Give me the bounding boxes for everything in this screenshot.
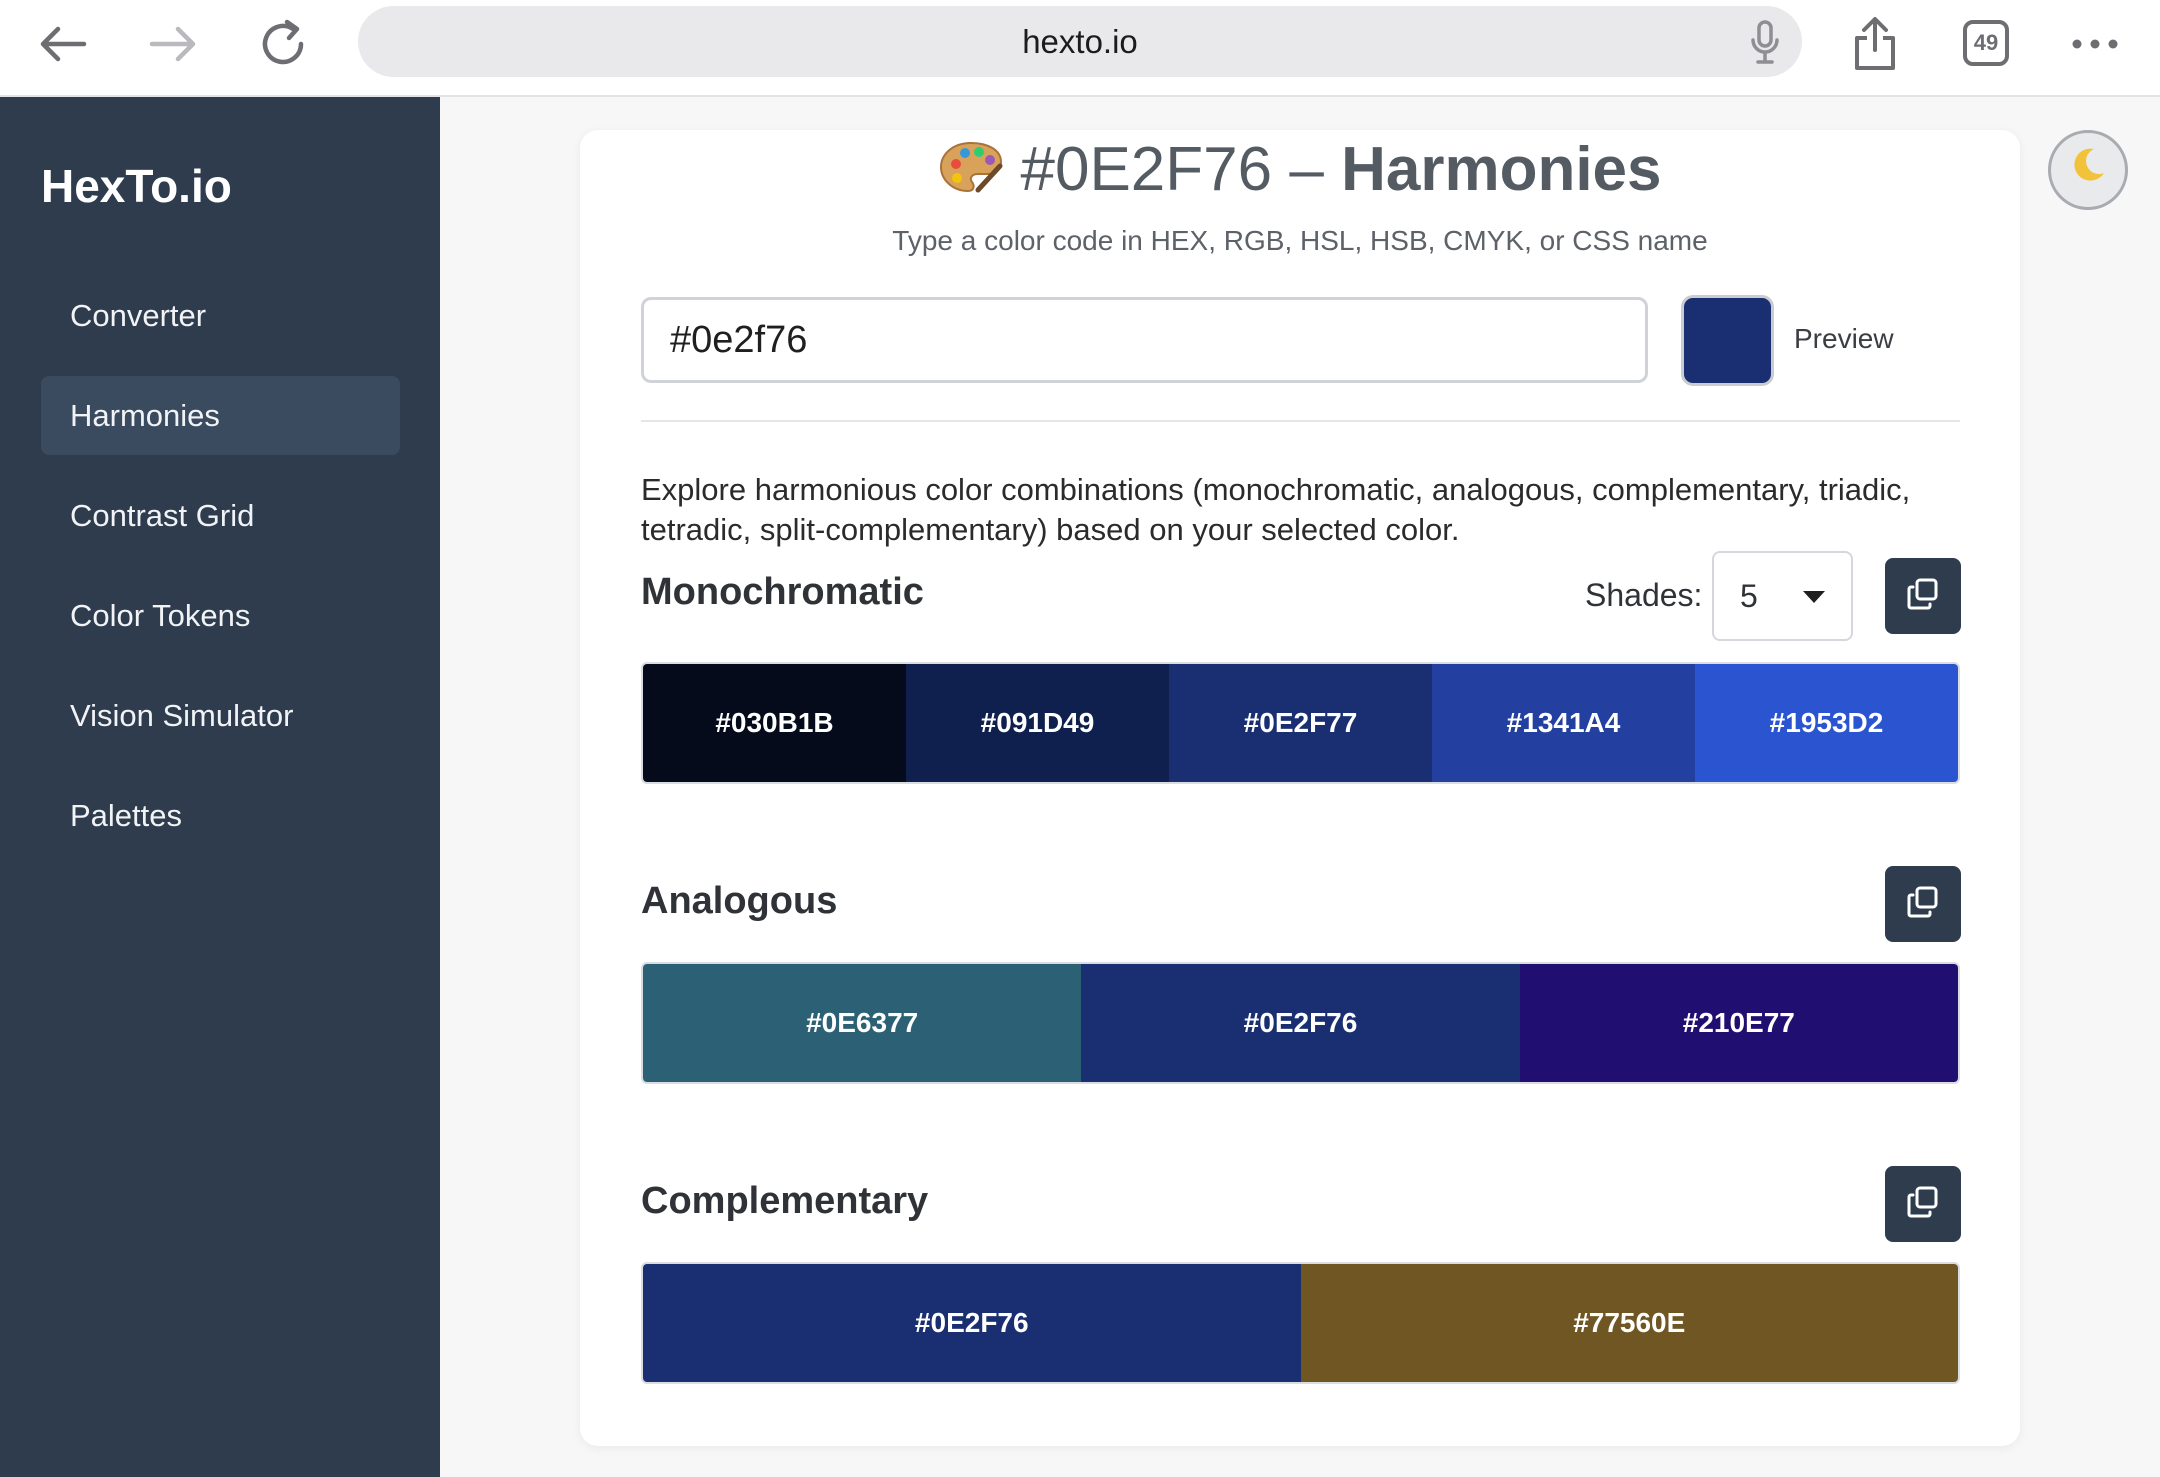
subtitle: Type a color code in HEX, RGB, HSL, HSB,… — [892, 225, 1708, 256]
copy-icon — [1906, 577, 1940, 616]
title-code: #0E2F76 – — [1020, 135, 1324, 204]
color-preview-swatch[interactable] — [1681, 295, 1774, 386]
swatch[interactable]: #091D49 — [906, 664, 1169, 782]
analogous-swatches: #0E6377 #0E2F76 #210E77 — [641, 962, 1960, 1084]
theme-toggle-button[interactable] — [2048, 130, 2128, 210]
color-code-input[interactable] — [641, 297, 1648, 383]
moon-icon — [2068, 145, 2108, 195]
copy-monochromatic-button[interactable] — [1885, 558, 1961, 634]
sidebar-item-palettes[interactable]: Palettes — [41, 776, 400, 855]
microphone-icon[interactable] — [1750, 20, 1780, 69]
sidebar: HexTo.io Converter Harmonies Contrast Gr… — [0, 97, 440, 1477]
copy-complementary-button[interactable] — [1885, 1166, 1961, 1242]
swatch[interactable]: #77560E — [1300, 1264, 1958, 1382]
swatch[interactable]: #0E2F77 — [1169, 664, 1432, 782]
url-text: hexto.io — [1022, 22, 1138, 60]
monochromatic-swatches: #030B1B #091D49 #0E2F77 #1341A4 #1953D2 — [641, 662, 1960, 784]
swatch[interactable]: #1953D2 — [1695, 664, 1958, 782]
swatch[interactable]: #0E6377 — [643, 964, 1082, 1082]
shades-label: Shades: — [1585, 577, 1703, 613]
swatch[interactable]: #0E2F76 — [1081, 964, 1520, 1082]
tabs-count-button[interactable]: 49 — [1963, 20, 2009, 66]
more-options-icon[interactable] — [2065, 14, 2125, 74]
title-page: Harmonies — [1341, 135, 1662, 204]
swatch[interactable]: #210E77 — [1519, 964, 1958, 1082]
brand-logo[interactable]: HexTo.io — [41, 159, 232, 213]
swatch[interactable]: #0E2F76 — [643, 1264, 1301, 1382]
sidebar-item-harmonies[interactable]: Harmonies — [41, 376, 400, 455]
sidebar-item-vision-simulator[interactable]: Vision Simulator — [41, 676, 400, 755]
shades-select[interactable]: 5 — [1712, 551, 1853, 641]
forward-arrow-icon[interactable] — [143, 14, 203, 74]
divider — [641, 420, 1960, 422]
browser-toolbar: hexto.io 49 — [0, 0, 2160, 97]
complementary-swatches: #0E2F76 #77560E — [641, 1262, 1960, 1384]
share-icon[interactable] — [1845, 14, 1905, 74]
swatch[interactable]: #030B1B — [643, 664, 906, 782]
sidebar-item-converter[interactable]: Converter — [41, 276, 400, 355]
palette-icon — [938, 138, 1004, 209]
reload-icon[interactable] — [253, 14, 313, 74]
complementary-title: Complementary — [641, 1180, 929, 1222]
swatch[interactable]: #1341A4 — [1432, 664, 1695, 782]
copy-icon — [1906, 1185, 1940, 1224]
copy-icon — [1906, 885, 1940, 924]
address-bar[interactable]: hexto.io — [358, 6, 1802, 77]
monochromatic-title: Monochromatic — [641, 571, 924, 613]
sidebar-item-contrast-grid[interactable]: Contrast Grid — [41, 476, 400, 555]
back-arrow-icon[interactable] — [33, 14, 93, 74]
chevron-down-icon — [1803, 591, 1825, 603]
copy-analogous-button[interactable] — [1885, 866, 1961, 942]
description-text: Explore harmonious color combinations (m… — [641, 472, 1911, 547]
analogous-title: Analogous — [641, 880, 838, 922]
shades-value: 5 — [1740, 577, 1758, 614]
sidebar-item-color-tokens[interactable]: Color Tokens — [41, 576, 400, 655]
harmonies-card: #0E2F76 – Harmonies Type a color code in… — [580, 130, 2020, 1446]
preview-label: Preview — [1794, 323, 1894, 354]
page-title: #0E2F76 – Harmonies — [580, 134, 2020, 209]
